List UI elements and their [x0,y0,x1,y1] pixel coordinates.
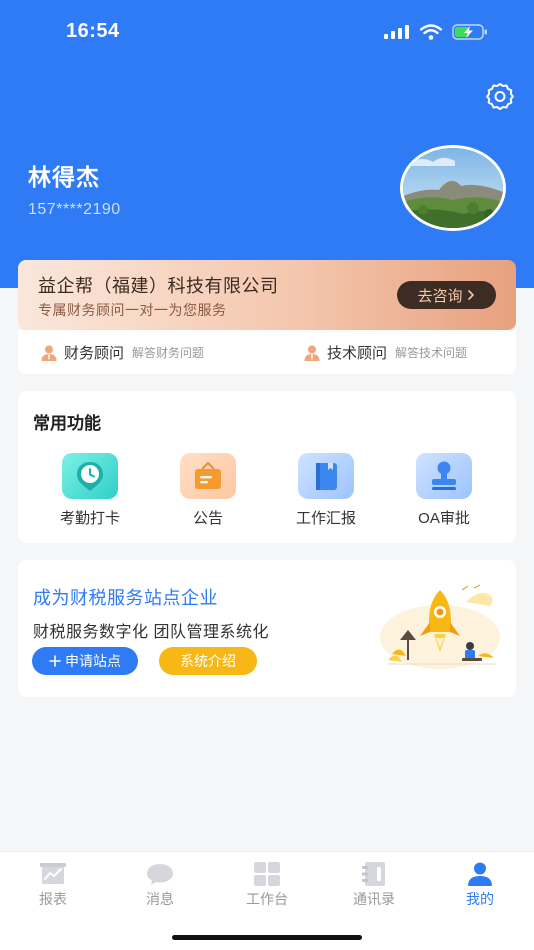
stamp-icon [416,453,472,499]
apply-site-button[interactable]: 申请站点 [32,647,138,675]
common-functions-card: 常用功能 考勤打卡 公告 工作汇报 OA审批 [18,391,516,543]
report-book-icon [298,453,354,499]
gear-icon [486,83,514,110]
promo-title: 成为财税服务站点企业 [33,588,218,608]
user-icon [468,862,492,886]
user-name: 林得杰 [28,164,100,190]
finance-advisor-icon [41,345,57,361]
status-icons [384,24,488,40]
message-icon [147,864,173,885]
grid-icon [254,862,280,886]
tech-advisor-icon [304,345,320,361]
apply-site-label: 申请站点 [65,653,121,669]
tab-reports-label: 报表 [39,891,67,907]
avatar-landscape-image [403,148,503,228]
tab-reports[interactable]: 报表 [13,862,93,909]
status-bar: 16:54 [0,0,534,64]
common-functions-title: 常用功能 [33,414,101,433]
advisor-tech[interactable]: 技术顾问 解答技术问题 [303,342,467,363]
consult-label: 去咨询 [417,287,463,305]
tab-messages-label: 消息 [146,891,174,907]
consult-button[interactable]: 去咨询 [397,281,496,309]
chevron-right-icon [467,290,474,300]
function-oa-approval-label: OA审批 [418,510,470,527]
function-attendance-label: 考勤打卡 [59,510,120,527]
signal-icon [384,25,409,39]
tab-contacts[interactable]: 通讯录 [334,862,414,909]
chart-icon [40,863,66,884]
system-intro-button[interactable]: 系统介绍 [159,647,257,675]
advisor-strip: 财务顾问 解答财务问题 技术顾问 解答技术问题 [18,330,516,374]
company-card[interactable]: 益企帮（福建）科技有限公司 专属财务顾问一对一为您服务 去咨询 [18,260,516,330]
wifi-icon [420,24,442,40]
contacts-icon [362,862,385,886]
advisor-finance[interactable]: 财务顾问 解答财务问题 [40,342,204,363]
function-work-report-label: 工作汇报 [295,510,356,527]
service-site-promo-card: 成为财税服务站点企业 财税服务数字化 团队管理系统化 申请站点 系统介绍 [18,560,516,697]
tab-mine[interactable]: 我的 [440,862,520,909]
plus-icon [49,655,61,667]
company-subtitle: 专属财务顾问一对一为您服务 [38,302,227,318]
tab-contacts-label: 通讯录 [353,891,395,907]
settings-button[interactable] [484,80,516,112]
rocket-illustration [378,582,503,677]
avatar[interactable] [400,145,506,231]
notice-board-icon [180,453,236,499]
battery-charging-icon [452,24,487,40]
clock-pin-icon [62,453,118,499]
system-intro-label: 系统介绍 [180,653,236,669]
home-indicator [172,935,362,940]
company-name: 益企帮（福建）科技有限公司 [38,276,279,296]
function-notice[interactable]: 公告 [153,453,263,528]
advisor-finance-title: 财务顾问 [64,345,125,362]
function-notice-label: 公告 [192,510,223,527]
function-work-report[interactable]: 工作汇报 [271,453,381,528]
function-oa-approval[interactable]: OA审批 [389,453,499,528]
user-phone: 157****2190 [28,201,121,218]
advisor-tech-desc: 解答技术问题 [395,346,468,360]
tab-mine-label: 我的 [466,891,494,907]
advisor-tech-title: 技术顾问 [327,345,388,362]
tab-workbench[interactable]: 工作台 [227,862,307,909]
advisor-finance-desc: 解答财务问题 [132,346,205,360]
promo-subtitle: 财税服务数字化 团队管理系统化 [33,624,269,641]
tab-workbench-label: 工作台 [246,891,288,907]
function-attendance[interactable]: 考勤打卡 [35,453,145,528]
tab-messages[interactable]: 消息 [120,862,200,909]
status-time: 16:54 [66,20,120,42]
